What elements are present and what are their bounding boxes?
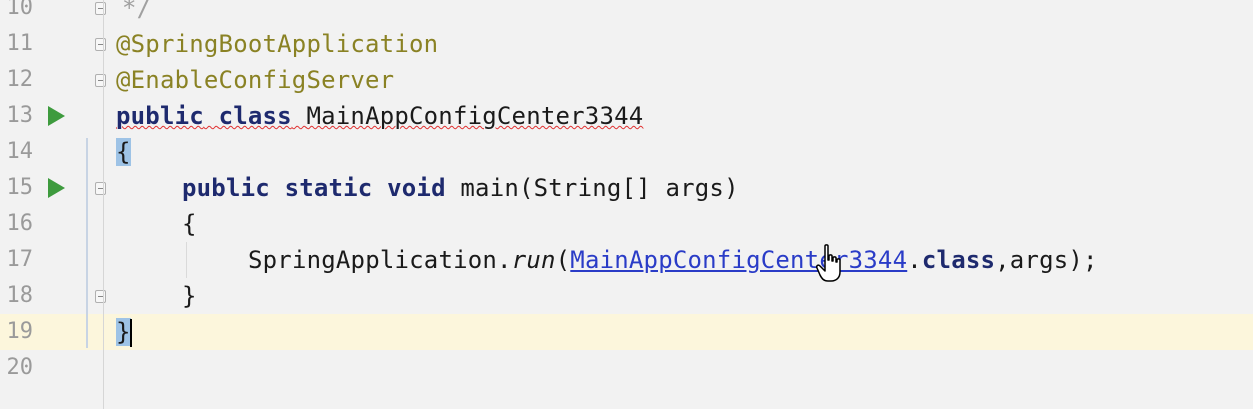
keyword: void [387,174,446,202]
keyword: static [284,174,373,202]
class-name: MainAppConfigCenter3344 [306,102,644,130]
call-prefix: SpringApplication. [248,246,512,274]
line-number: 15 [6,175,34,200]
code-line-10[interactable]: 10 */ [0,0,1253,26]
class-declaration: public class MainAppConfigCenter3344 [116,98,643,134]
line-number: 13 [6,103,34,128]
code-text: } [116,314,132,350]
class-reference-link[interactable]: MainAppConfigCenter3344 [570,246,907,274]
keyword: class [921,246,996,274]
fold-icon[interactable] [95,74,106,87]
code-line-20[interactable]: 20 [0,350,1253,386]
line-number: 19 [6,319,34,344]
line-number: 10 [6,0,34,20]
line-number: 18 [6,283,34,308]
line-number: 20 [6,355,34,380]
run-icon[interactable] [48,106,65,126]
indent-guide [186,242,187,278]
method-name: run [511,246,556,274]
paren-open: ( [555,246,571,274]
line-number: 17 [6,247,34,272]
method-signature: main(String[] args) [460,174,739,202]
fold-icon[interactable] [95,182,106,195]
code-line-14[interactable]: 14 { [0,134,1253,170]
matched-brace: { [116,138,131,166]
annotation-text: @EnableConfigServer [116,66,395,94]
run-icon[interactable] [48,178,65,198]
line-number: 11 [6,31,34,56]
keyword: public [182,174,270,202]
code-line-11[interactable]: 11 @SpringBootApplication [0,26,1253,62]
fold-icon[interactable] [95,38,106,51]
method-declaration: public static void main(String[] args) [182,170,739,206]
line-number: 16 [6,211,34,236]
fold-icon[interactable] [95,2,106,15]
keyword: class [218,102,292,130]
annotation-text: @SpringBootApplication [116,30,439,58]
line-number: 14 [6,139,34,164]
line-number: 12 [6,67,34,92]
matched-brace: } [116,318,131,346]
keyword: public [116,102,204,130]
code-text: } [182,282,197,310]
call-tail: ,args); [995,246,1098,274]
code-text: { [182,210,197,238]
fold-icon[interactable] [95,290,106,303]
hand-pointer-icon [816,244,841,282]
method-call: SpringApplication.run(MainAppConfigCente… [248,242,1098,278]
code-line-16[interactable]: 16 { [0,206,1253,242]
code-line-17[interactable]: 17 SpringApplication.run(MainAppConfigCe… [0,242,1253,278]
code-line-12[interactable]: 12 @EnableConfigServer [0,62,1253,98]
scope-indicator [86,138,88,348]
code-text: */ [122,0,152,22]
code-line-18[interactable]: 18 } [0,278,1253,314]
code-line-19-current[interactable]: 19 } [0,314,1253,350]
dot: . [907,246,922,274]
code-line-13[interactable]: 13 public class MainAppConfigCenter3344 [0,98,1253,134]
code-line-15[interactable]: 15 public static void main(String[] args… [0,170,1253,206]
code-text: { [116,134,131,170]
gutter-divider [103,0,104,409]
text-caret [129,319,132,347]
